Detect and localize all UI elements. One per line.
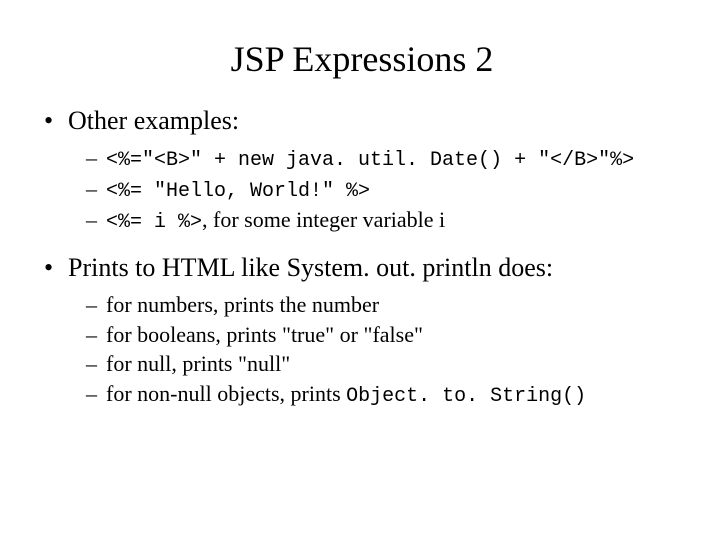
sub-text: for null, prints "null" [106,351,290,376]
bullet-label: Prints to HTML like System. out. println… [68,253,553,282]
bullet-prints-to-html: Prints to HTML like System. out. println… [40,253,684,409]
sub-list-prints: for numbers, prints the number for boole… [68,291,684,409]
bullet-list: Other examples: <%="<B>" + new java. uti… [40,106,684,409]
list-item: for booleans, prints "true" or "false" [86,321,684,349]
sub-text: for numbers, prints the number [106,292,379,317]
sub-list-examples: <%="<B>" + new java. util. Date() + "</B… [68,144,684,235]
list-item: <%= "Hello, World!" %> [86,175,684,204]
list-item: for non-null objects, prints Object. to.… [86,380,684,409]
list-item: <%= i %>, for some integer variable i [86,206,684,235]
code-suffix: , for some integer variable i [202,207,445,232]
code-snippet: <%= "Hello, World!" %> [106,180,370,203]
list-item: for null, prints "null" [86,350,684,378]
slide: JSP Expressions 2 Other examples: <%="<B… [0,0,720,540]
code-snippet: Object. to. String() [346,385,586,408]
code-snippet: <%= i %> [106,211,202,234]
list-item: for numbers, prints the number [86,291,684,319]
slide-title: JSP Expressions 2 [40,38,684,80]
bullet-label: Other examples: [68,106,239,135]
code-snippet: <%="<B>" + new java. util. Date() + "</B… [106,149,634,172]
sub-text: for booleans, prints "true" or "false" [106,322,423,347]
bullet-other-examples: Other examples: <%="<B>" + new java. uti… [40,106,684,235]
sub-text: for non-null objects, prints [106,381,346,406]
list-item: <%="<B>" + new java. util. Date() + "</B… [86,144,684,173]
